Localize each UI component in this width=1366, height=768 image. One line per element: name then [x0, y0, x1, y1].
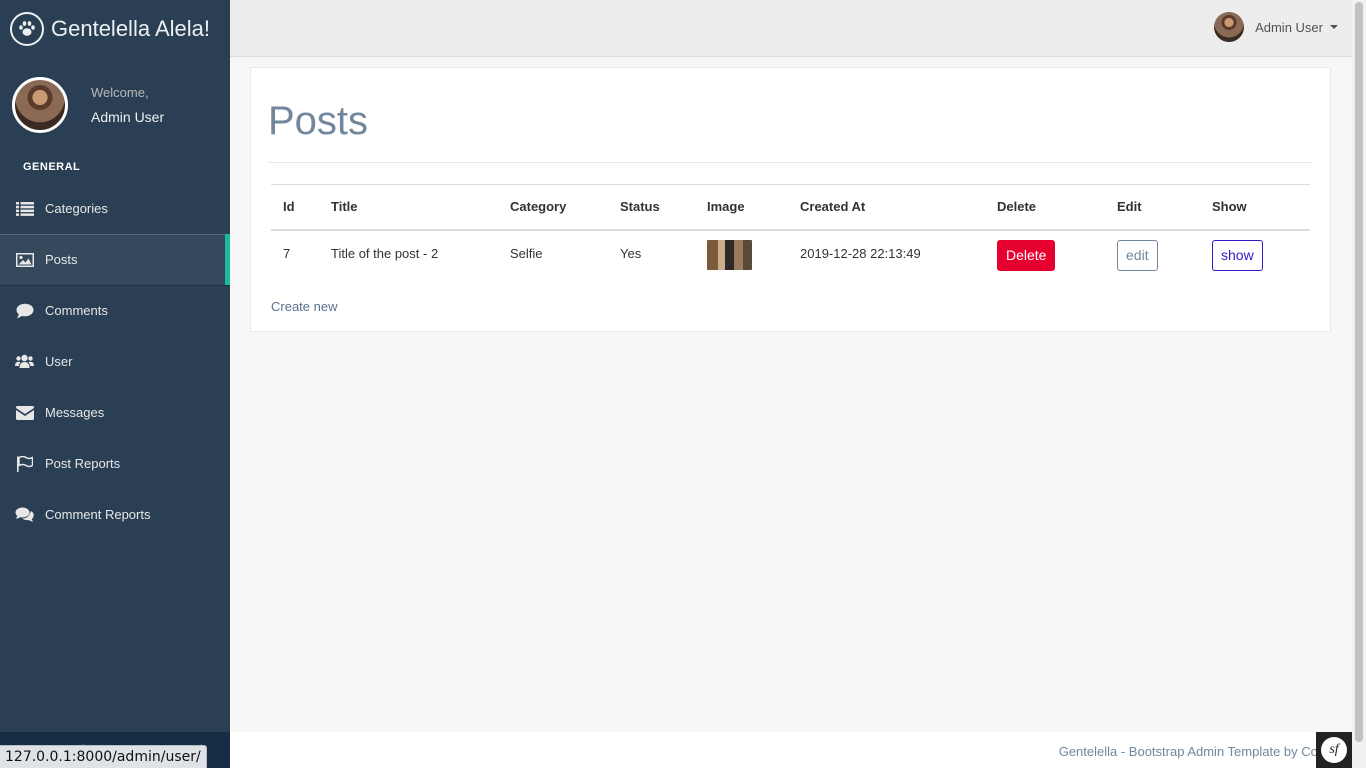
post-thumbnail[interactable] — [707, 239, 752, 270]
scrollbar[interactable] — [1352, 0, 1366, 768]
sidebar: Gentelella Alela! Welcome, Admin User GE… — [0, 0, 230, 768]
status-url: 127.0.0.1:8000/admin/user/ — [0, 745, 207, 768]
welcome-text: Welcome, — [91, 85, 149, 100]
user-avatar — [1214, 12, 1245, 42]
brand-title: Gentelella Alela! — [51, 15, 210, 41]
column-header: Created At — [788, 184, 985, 231]
column-header: Category — [498, 184, 608, 231]
footer: Gentelella - Bootstrap Admin Template by… — [230, 732, 1352, 768]
edit-button[interactable]: edit — [1117, 239, 1158, 271]
divider — [268, 162, 1313, 163]
sidebar-item-post-reports[interactable]: Post Reports — [0, 438, 230, 489]
users-icon — [15, 354, 34, 370]
column-header: Id — [271, 184, 319, 231]
table-row: 7 Title of the post - 2 Selfie Yes 2019-… — [271, 230, 1310, 285]
paw-icon — [10, 11, 44, 46]
envelope-icon — [15, 405, 34, 421]
cell-delete: Delete — [985, 230, 1105, 285]
scrollbar-thumb[interactable] — [1355, 2, 1363, 742]
profile-name: Admin User — [91, 109, 165, 125]
brand[interactable]: Gentelella Alela! — [0, 0, 230, 57]
menu-section-title: GENERAL — [23, 161, 81, 173]
page-title: Posts — [268, 99, 369, 143]
column-header: Status — [608, 184, 695, 231]
sidebar-item-comment-reports[interactable]: Comment Reports — [0, 489, 230, 540]
posts-table: Id Title Category Status Image Created A… — [271, 184, 1310, 285]
cell-show: show — [1200, 230, 1310, 285]
profile: Welcome, Admin User — [0, 57, 230, 153]
sidebar-item-label: Messages — [45, 405, 105, 420]
user-dropdown[interactable]: Admin User — [1214, 12, 1338, 42]
cell-id: 7 — [283, 245, 291, 261]
column-header: Show — [1200, 184, 1310, 231]
symfony-icon: sf — [1321, 737, 1347, 763]
cell-status: Yes — [620, 245, 642, 261]
column-header: Delete — [985, 184, 1105, 231]
list-icon — [15, 201, 34, 217]
avatar — [12, 77, 68, 133]
footer-text[interactable]: Gentelella - Bootstrap Admin Template by… — [1059, 744, 1328, 759]
sidebar-item-user[interactable]: User — [0, 336, 230, 387]
sidebar-item-label: Comments — [45, 303, 108, 318]
user-name: Admin User — [1255, 19, 1323, 35]
comments-icon — [15, 507, 34, 523]
top-nav: Admin User — [230, 0, 1352, 57]
sidebar-item-label: Comment Reports — [45, 507, 151, 522]
posts-panel: Posts Id Title Category Status Image Cre… — [250, 67, 1331, 332]
flag-icon — [15, 455, 34, 472]
show-button[interactable]: show — [1212, 239, 1263, 271]
create-new-link[interactable]: Create new — [271, 299, 337, 314]
cell-created-at: 2019-12-28 22:13:49 — [800, 245, 921, 261]
comment-icon — [15, 303, 34, 319]
sidebar-item-label: User — [45, 354, 73, 369]
sidebar-item-categories[interactable]: Categories — [0, 183, 230, 234]
cell-edit: edit — [1105, 230, 1200, 285]
column-header: Title — [319, 184, 498, 231]
symfony-toolbar-toggle[interactable]: sf — [1316, 732, 1352, 768]
column-header: Edit — [1105, 184, 1200, 231]
sidebar-item-comments[interactable]: Comments — [0, 285, 230, 336]
sidebar-item-label: Posts — [45, 252, 78, 267]
sidebar-item-posts[interactable]: Posts — [0, 234, 230, 285]
sidebar-item-messages[interactable]: Messages — [0, 387, 230, 438]
caret-down-icon — [1330, 25, 1338, 29]
cell-category: Selfie — [510, 245, 543, 261]
cell-title: Title of the post - 2 — [331, 245, 439, 261]
cell-image — [695, 230, 788, 285]
sidebar-item-label: Categories — [45, 201, 108, 216]
sidebar-item-label: Post Reports — [45, 456, 121, 471]
table-header-row: Id Title Category Status Image Created A… — [271, 184, 1310, 231]
column-header: Image — [695, 184, 788, 231]
image-icon — [15, 252, 34, 268]
sidebar-menu: Categories Posts Comments User Messages … — [0, 183, 230, 540]
delete-button[interactable]: Delete — [997, 239, 1056, 271]
